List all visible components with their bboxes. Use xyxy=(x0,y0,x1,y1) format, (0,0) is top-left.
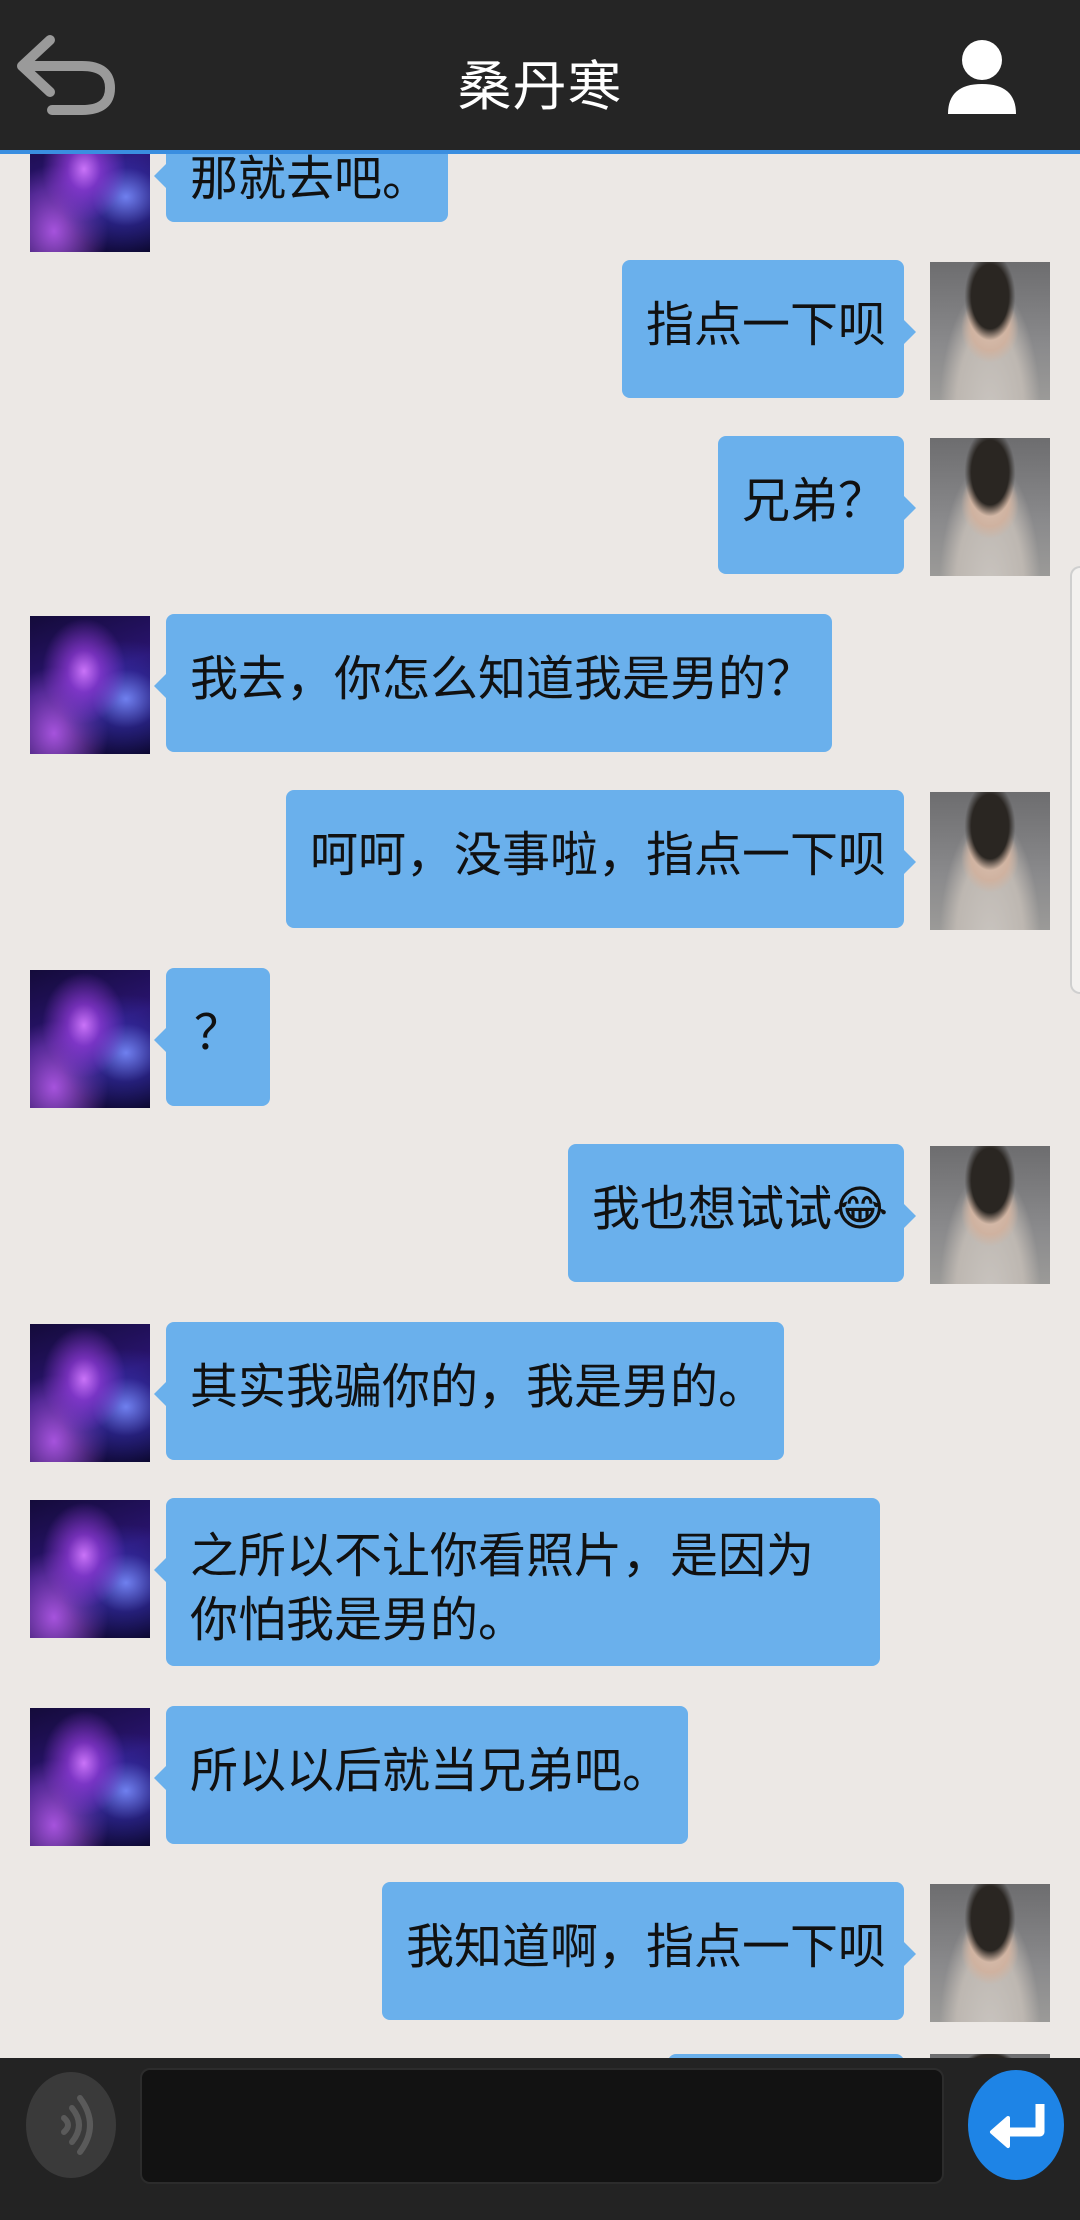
contact-avatar[interactable] xyxy=(30,616,150,754)
bubble-tail xyxy=(904,320,916,344)
message-bubble[interactable]: ？ xyxy=(166,968,270,1106)
bubble-tail xyxy=(904,1942,916,1966)
bubble-tail xyxy=(154,1382,166,1406)
contact-avatar[interactable] xyxy=(30,1708,150,1846)
bubble-tail xyxy=(154,1558,166,1582)
voice-button[interactable] xyxy=(26,2072,116,2178)
profile-button[interactable] xyxy=(944,36,1020,116)
message-bubble[interactable]: 我知道啊，指点一下呗 xyxy=(382,1882,904,2020)
bubble-tail xyxy=(154,674,166,698)
self-avatar[interactable] xyxy=(930,438,1050,576)
message-input[interactable] xyxy=(140,2068,944,2184)
contact-avatar[interactable] xyxy=(30,1500,150,1638)
bubble-tail xyxy=(904,1204,916,1228)
message-bubble[interactable]: 我去，你怎么知道我是男的？ xyxy=(166,614,832,752)
send-button[interactable] xyxy=(968,2070,1064,2180)
message-bubble[interactable]: 我也想试试😂 xyxy=(568,1144,904,1282)
bubble-tail xyxy=(904,496,916,520)
contact-avatar[interactable] xyxy=(30,970,150,1108)
message-bubble[interactable]: 之所以不让你看照片，是因为你怕我是男的。 xyxy=(166,1498,880,1666)
bubble-tail xyxy=(154,1766,166,1790)
message-bubble[interactable]: 其实我骗你的，我是男的。 xyxy=(166,1322,784,1460)
message-bubble[interactable]: 那就去吧。 xyxy=(166,154,448,222)
bubble-tail xyxy=(154,164,166,188)
message-bubble[interactable]: 所以以后就当兄弟吧。 xyxy=(166,1706,688,1844)
bubble-tail xyxy=(154,1028,166,1052)
self-avatar[interactable] xyxy=(930,1884,1050,2022)
message-list[interactable]: 那就去吧。 指点一下呗 兄弟？ 我去，你怎么知道我是男的？ 呵呵，没事啦，指点一… xyxy=(0,154,1080,2058)
contact-avatar[interactable] xyxy=(30,1324,150,1462)
message-bubble[interactable]: 兄弟？ xyxy=(718,436,904,574)
bubble-tail xyxy=(904,850,916,874)
voice-wave-icon xyxy=(61,2095,93,2155)
self-avatar[interactable] xyxy=(930,1146,1050,1284)
contact-avatar[interactable] xyxy=(30,154,150,252)
enter-return-icon xyxy=(990,2104,1045,2148)
side-drawer-handle[interactable] xyxy=(1070,566,1080,994)
message-bubble[interactable]: 呵呵，没事啦，指点一下呗 xyxy=(286,790,904,928)
page-title: 桑丹寒 xyxy=(457,55,623,118)
message-bubble[interactable]: 指点一下呗 xyxy=(622,260,904,398)
person-icon xyxy=(948,40,1016,114)
self-avatar[interactable] xyxy=(930,792,1050,930)
chat-header: 桑丹寒 xyxy=(0,0,1080,154)
self-avatar[interactable] xyxy=(930,262,1050,400)
